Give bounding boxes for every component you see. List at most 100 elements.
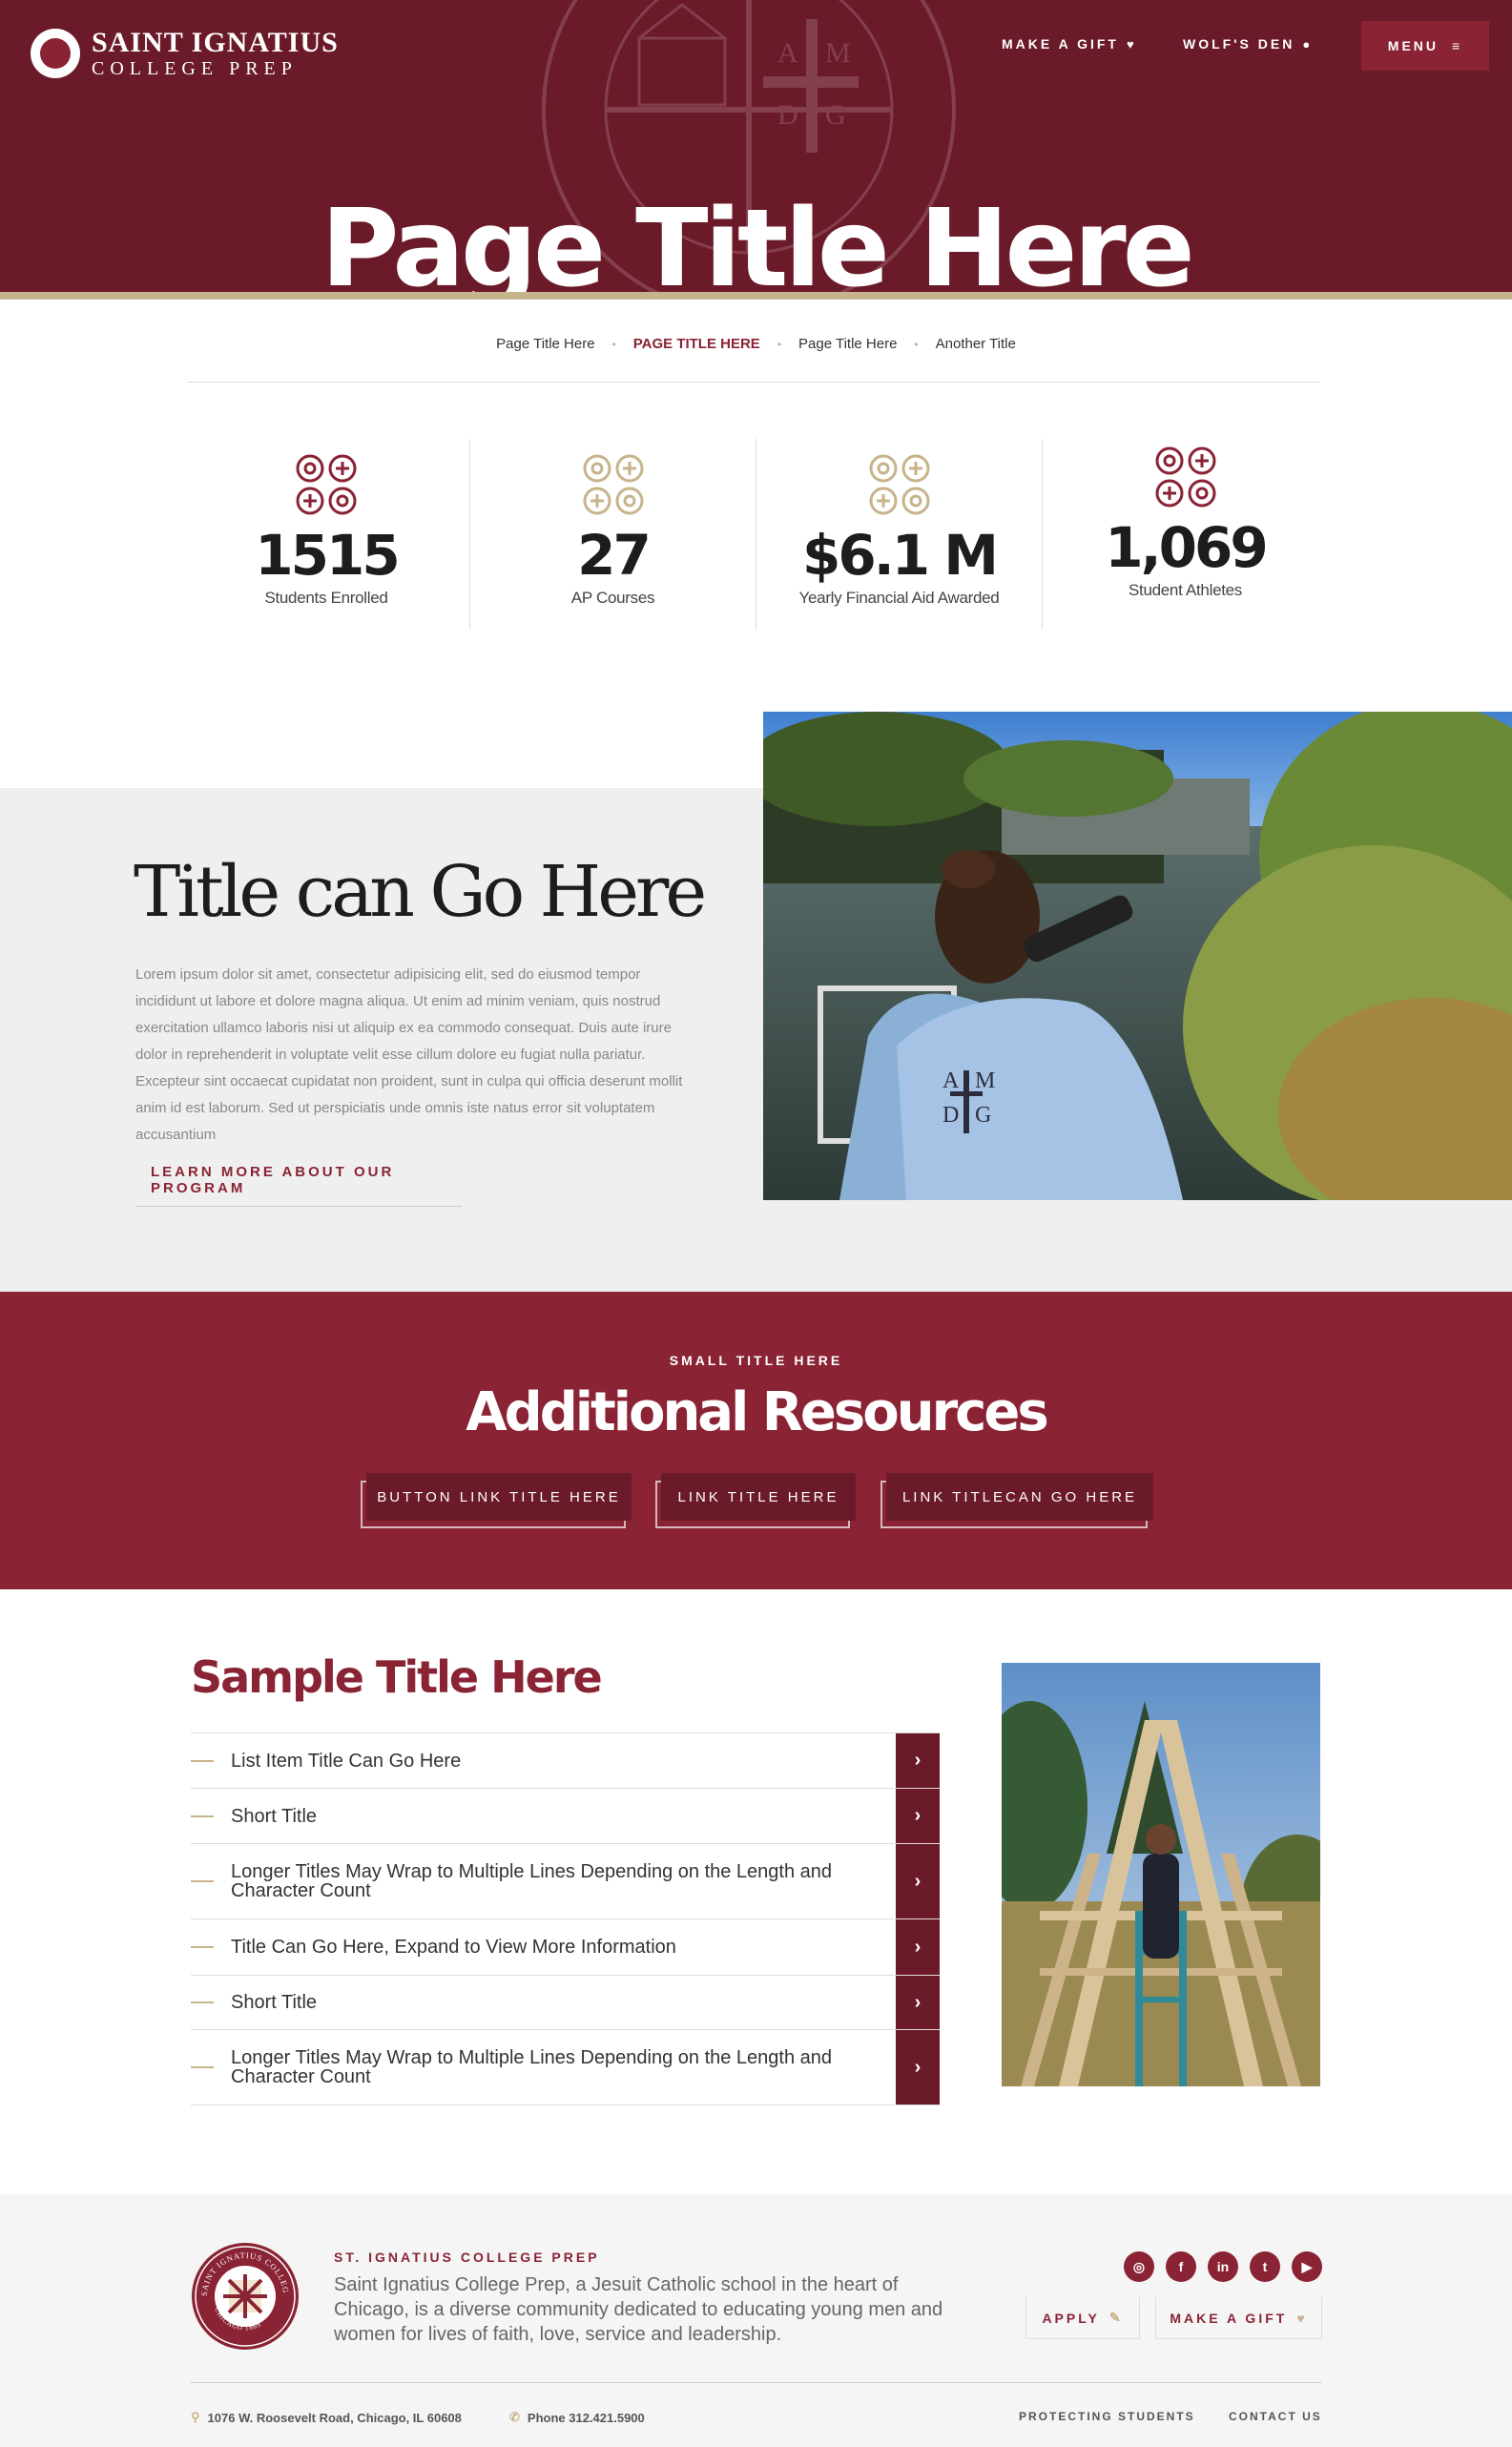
stat-label: Yearly Financial Aid Awarded — [798, 589, 1000, 607]
shirt-letter-g: G — [975, 1103, 991, 1128]
stat-ap-courses: 27 AP Courses — [469, 439, 756, 630]
accordion-item-label: Short Title — [231, 1805, 318, 1827]
breadcrumb-divider — [187, 382, 1320, 383]
resource-button[interactable]: LINK TITLE HERE — [661, 1473, 856, 1521]
breadcrumb-separator-icon: • — [914, 337, 919, 351]
stat-value: $6.1 M — [801, 523, 999, 588]
chevron-right-icon[interactable]: › — [896, 1789, 940, 1843]
footer-gift-label: MAKE A GIFT — [1170, 2310, 1288, 2326]
youtube-icon[interactable]: ▶ — [1292, 2251, 1322, 2282]
dash-icon — [191, 2066, 214, 2068]
menu-label: MENU — [1387, 38, 1440, 53]
footer-divider — [191, 2382, 1321, 2383]
breadcrumb-item[interactable]: Another Title — [936, 336, 1016, 352]
header-white-stripe — [0, 300, 1512, 305]
seal-letter-g: G — [825, 99, 846, 131]
stat-label: Students Enrolled — [264, 589, 388, 607]
pencil-icon: ✎ — [1108, 2310, 1124, 2325]
shirt-letter-a: A — [942, 1068, 960, 1093]
wolfs-den-link[interactable]: WOLF'S DEN ● — [1183, 36, 1313, 52]
accordion-item-label: Longer Titles May Wrap to Multiple Lines… — [231, 1861, 833, 1901]
resources-title: Additional Resources — [466, 1381, 1048, 1443]
map-pin-icon: ⚲ — [191, 2410, 200, 2424]
stat-students: 1515 Students Enrolled — [183, 439, 469, 630]
breadcrumb-item[interactable]: Page Title Here — [496, 336, 594, 352]
heart-icon: ♥ — [1126, 36, 1137, 52]
site-logo[interactable]: SAINT IGNATIUS COLLEGE PREP — [31, 29, 339, 78]
chevron-right-icon[interactable]: › — [896, 1976, 940, 2029]
dash-icon — [191, 1880, 214, 1882]
footer-about: Saint Ignatius College Prep, a Jesuit Ca… — [334, 2274, 943, 2345]
stat-label: AP Courses — [570, 589, 655, 607]
accordion-item-label: List Item Title Can Go Here — [231, 1750, 462, 1772]
feature-body: Lorem ipsum dolor sit amet, consectetur … — [135, 966, 683, 1143]
breadcrumb: Page Title Here • PAGE TITLE HERE • Page… — [0, 336, 1512, 352]
dash-icon — [191, 1815, 214, 1817]
site-header: A M D G SAINT IGNATIUS COLLEGE PREP MAKE… — [0, 0, 1512, 296]
accordion-item[interactable]: Longer Titles May Wrap to Multiple Lines… — [191, 1844, 940, 1919]
accordion-item[interactable]: Short Title › — [191, 1789, 940, 1844]
feature-title: Title can Go Here — [134, 851, 707, 933]
list-section-title: Sample Title Here — [191, 1651, 603, 1703]
stat-label: Student Athletes — [1128, 581, 1242, 599]
school-seal-icon: SAINT IGNATIUS COLLEGE PREP CHICAGO 1869 — [191, 2242, 299, 2350]
accordion-item[interactable]: Short Title › — [191, 1976, 940, 2030]
stat-financial-aid: $6.1 M Yearly Financial Aid Awarded — [756, 439, 1042, 630]
logo-name: SAINT IGNATIUS — [92, 27, 339, 58]
footer-phone[interactable]: ✆ Phone 312.421.5900 — [509, 2410, 645, 2425]
resource-button[interactable]: LINK TITLECAN GO HERE — [886, 1473, 1153, 1521]
apply-button[interactable]: APPLY ✎ — [1025, 2297, 1140, 2339]
social-links: ◎ f in t ▶ — [1124, 2251, 1322, 2282]
make-a-gift-link[interactable]: MAKE A GIFT ♥ — [1002, 36, 1137, 52]
accordion-item[interactable]: Longer Titles May Wrap to Multiple Lines… — [191, 2030, 940, 2105]
shirt-letter-d: D — [942, 1103, 959, 1128]
shirt-letter-m: M — [975, 1068, 995, 1093]
wolfs-den-label: WOLF'S DEN — [1183, 36, 1295, 52]
footer-address: ⚲ 1076 W. Roosevelt Road, Chicago, IL 60… — [191, 2410, 462, 2425]
chevron-right-icon[interactable]: › — [896, 1844, 940, 1918]
seal-letter-a: A — [777, 37, 798, 69]
facebook-icon[interactable]: f — [1166, 2251, 1196, 2282]
footer-make-a-gift-button[interactable]: MAKE A GIFT ♥ — [1155, 2297, 1322, 2339]
quadrant-icon — [869, 454, 929, 515]
accordion-item[interactable]: List Item Title Can Go Here › — [191, 1733, 940, 1789]
make-a-gift-label: MAKE A GIFT — [1002, 36, 1119, 52]
menu-button[interactable]: MENU ≡ — [1361, 21, 1489, 71]
dash-icon — [191, 1946, 214, 1948]
protecting-students-link[interactable]: PROTECTING STUDENTS — [1019, 2410, 1195, 2423]
breadcrumb-item[interactable]: Page Title Here — [798, 336, 897, 352]
twitter-icon[interactable]: t — [1250, 2251, 1280, 2282]
accordion-item[interactable]: Title Can Go Here, Expand to View More I… — [191, 1919, 940, 1976]
logo-shield-icon — [31, 29, 80, 78]
chevron-right-icon[interactable]: › — [896, 1733, 940, 1788]
header-gold-stripe — [0, 292, 1512, 300]
apply-label: APPLY — [1042, 2310, 1100, 2326]
page-title: Page Title Here — [321, 187, 1194, 296]
breadcrumb-separator-icon: • — [777, 337, 782, 351]
instagram-icon[interactable]: ◎ — [1124, 2251, 1154, 2282]
dash-icon — [191, 2001, 214, 2003]
resource-button[interactable]: BUTTON LINK TITLE HERE — [366, 1473, 632, 1521]
breadcrumb-item-active[interactable]: PAGE TITLE HERE — [633, 336, 760, 352]
contact-us-link[interactable]: CONTACT US — [1229, 2410, 1322, 2423]
hamburger-icon: ≡ — [1452, 38, 1463, 53]
heart-icon: ♥ — [1296, 2310, 1308, 2326]
chevron-right-icon[interactable]: › — [896, 2030, 940, 2105]
phone-text: Phone 312.421.5900 — [527, 2410, 645, 2425]
stats-row: 1515 Students Enrolled 27 AP Courses $6.… — [183, 439, 1328, 630]
accordion-item-label: Title Can Go Here, Expand to View More I… — [231, 1937, 676, 1958]
resources-eyebrow: SMALL TITLE HERE — [669, 1353, 843, 1368]
footer-school-name: ST. IGNATIUS COLLEGE PREP — [334, 2250, 600, 2265]
linkedin-icon[interactable]: in — [1208, 2251, 1238, 2282]
seal-letter-m: M — [825, 37, 851, 69]
resources-section: SMALL TITLE HERE Additional Resources BU… — [0, 1292, 1512, 1589]
site-footer: SAINT IGNATIUS COLLEGE PREP CHICAGO 1869… — [0, 2194, 1512, 2447]
quadrant-icon — [583, 454, 643, 515]
logo-subname: COLLEGE PREP — [92, 58, 298, 79]
phone-icon: ✆ — [509, 2410, 520, 2424]
seal-letter-d: D — [777, 99, 798, 131]
stat-value: 1515 — [255, 523, 400, 588]
learn-more-link[interactable]: LEARN MORE ABOUT OUR PROGRAM — [135, 1164, 462, 1207]
chevron-right-icon[interactable]: › — [896, 1919, 940, 1975]
stat-value: 27 — [577, 523, 652, 588]
